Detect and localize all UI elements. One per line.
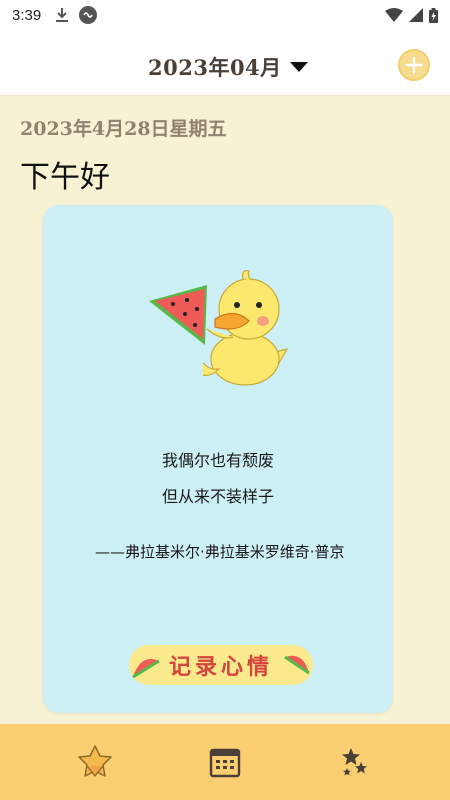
nav-item-calendar[interactable]	[201, 738, 249, 786]
quote-line: 我偶尔也有颓废	[161, 451, 274, 470]
add-button[interactable]	[398, 49, 430, 81]
month-label: 2023年04月	[148, 55, 282, 80]
download-icon	[56, 8, 69, 22]
record-mood-button[interactable]: 记录心情	[129, 643, 313, 687]
calendar-icon	[209, 748, 241, 778]
quote-author: ——弗拉基米尔·弗拉基米罗维奇·普京	[95, 543, 345, 561]
nav-item-home[interactable]	[71, 738, 119, 786]
status-bar: 3:39	[0, 0, 450, 30]
battery-icon	[429, 7, 438, 23]
star-badge-icon	[78, 745, 112, 777]
duck-illustration	[149, 270, 289, 386]
greeting: 下午好	[20, 160, 110, 195]
quote-card: 我偶尔也有颓废 但从来不装样子 ——弗拉基米尔·弗拉基米罗维奇·普京 记录心情	[43, 205, 393, 713]
bottom-nav	[0, 724, 450, 800]
plus-circle-icon	[405, 56, 423, 74]
header: 2023年04月	[0, 30, 450, 96]
date-line: 2023年4月28日星期五	[20, 118, 227, 140]
nav-item-collection[interactable]	[331, 738, 379, 786]
sync-icon	[79, 6, 98, 24]
status-time: 3:39	[12, 6, 42, 24]
wifi-icon	[385, 8, 403, 22]
signal-icon	[409, 8, 423, 22]
triangle-down-icon	[289, 62, 308, 72]
stars-icon	[342, 748, 367, 776]
quote-line: 但从来不装样子	[161, 487, 274, 506]
record-mood-label: 记录心情	[168, 654, 273, 680]
month-selector[interactable]: 2023年04月	[148, 52, 308, 82]
